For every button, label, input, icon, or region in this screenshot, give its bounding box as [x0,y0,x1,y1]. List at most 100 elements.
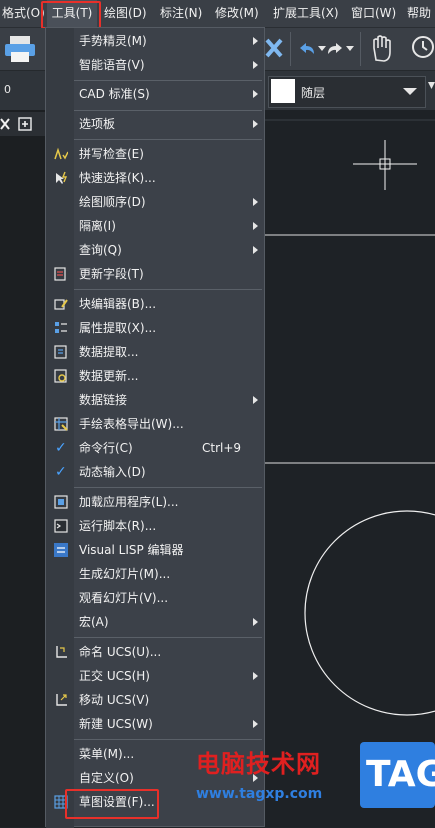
menu-item-orthographic-ucs[interactable]: 正交 UCS(H) [46,664,264,688]
submenu-arrow-icon [253,120,258,128]
menu-format[interactable]: 格式(O) [2,0,45,27]
data-update-icon [54,369,67,383]
print-icon[interactable] [4,34,38,64]
new-tab-icon[interactable] [18,117,34,131]
menu-item-load-application[interactable]: 加载应用程序(L)... [46,490,264,514]
menu-item-label: 隔离(I) [79,219,116,233]
chevron-down-icon [403,88,417,95]
menu-item-make-slide[interactable]: 生成幻灯片(M)... [46,562,264,586]
submenu-arrow-icon [253,618,258,626]
menu-item-isolate[interactable]: 隔离(I) [46,214,264,238]
submenu-arrow-icon [253,61,258,69]
menu-window[interactable]: 窗口(W) [351,0,396,27]
block-editor-icon [54,299,68,310]
menu-item-label: 加载应用程序(L)... [79,495,179,509]
menu-item-command-line[interactable]: ✓ 命令行(C) Ctrl+9 [46,436,264,460]
submenu-arrow-icon [253,246,258,254]
menu-item-label: 正交 UCS(H) [79,669,150,683]
menu-item-block-editor[interactable]: 块编辑器(B)... [46,292,264,316]
table-export-icon [54,417,68,431]
menu-item-new-ucs[interactable]: 新建 UCS(W) [46,712,264,736]
spell-check-icon [54,147,68,160]
menu-item-move-ucs[interactable]: 移动 UCS(V) [46,688,264,712]
zoom-realtime-icon[interactable] [410,34,435,64]
menu-item-attribute-extract[interactable]: 属性提取(X)... [46,316,264,340]
menu-item-label: 宏(A) [79,615,109,629]
menu-item-label: 数据链接 [79,393,128,407]
menu-item-label: 更新字段(T) [79,267,144,281]
menu-item-run-script[interactable]: 运行脚本(R)... [46,514,264,538]
redo-icon[interactable] [328,40,346,58]
submenu-arrow-icon [253,198,258,206]
redo-dropdown-icon[interactable] [346,46,354,52]
menu-item-data-link[interactable]: 数据链接 [46,388,264,412]
menu-item-dynamic-input[interactable]: ✓ 动态输入(D) [46,460,264,484]
menu-item-macro[interactable]: 宏(A) [46,610,264,634]
menu-draw[interactable]: 绘图(D) [104,0,147,27]
menu-item-label: 选项板 [79,117,116,131]
submenu-arrow-icon [253,222,258,230]
menu-item-label: 手势精灵(M) [79,34,147,48]
erase-icon[interactable] [265,36,283,60]
watermark: 电脑技术网 www.tagxp.com TAG [196,740,435,827]
run-script-icon [54,519,68,533]
watermark-title: 电脑技术网 [196,750,321,778]
menu-item-named-ucs[interactable]: 命名 UCS(U)... [46,640,264,664]
menu-item-label: 块编辑器(B)... [79,297,157,311]
menu-item-label: 运行脚本(R)... [79,519,157,533]
menu-item-label: 手绘表格导出(W)... [79,417,184,431]
menu-item-quick-select[interactable]: 快速选择(K)... [46,166,264,190]
menu-item-draw-order[interactable]: 绘图顺序(D) [46,190,264,214]
menu-item-data-update[interactable]: 数据更新... [46,364,264,388]
menu-item-label: 自定义(O) [79,771,134,785]
quick-select-icon [56,171,68,184]
menu-extended-tools[interactable]: 扩展工具(X) [273,0,339,27]
chevron-down-icon[interactable] [428,82,435,90]
menu-item-label: CAD 标准(S) [79,87,150,101]
undo-icon[interactable] [296,40,318,58]
left-panel [0,110,45,827]
menu-item-label: 移动 UCS(V) [79,693,150,707]
menu-item-gesture[interactable]: 手势精灵(M) [46,29,264,53]
layer-number: 0 [4,83,11,96]
undo-dropdown-icon[interactable] [318,46,326,52]
menu-item-label: 智能语音(V) [79,58,145,72]
menu-modify[interactable]: 修改(M) [215,0,259,27]
menu-item-update-fields[interactable]: 更新字段(T) [46,262,264,286]
menu-item-shortcut: Ctrl+9 [202,441,242,455]
menu-item-label: 命名 UCS(U)... [79,645,162,659]
menu-item-view-slide[interactable]: 观看幻灯片(V)... [46,586,264,610]
drafting-settings-highlight-box [65,789,159,819]
attribute-extract-icon [55,322,67,333]
menu-help[interactable]: 帮助 [407,0,431,27]
menu-dimension[interactable]: 标注(N) [160,0,202,27]
pan-hand-icon[interactable] [368,34,396,64]
menu-item-label: 观看幻灯片(V)... [79,591,169,605]
menu-item-palettes[interactable]: 选项板 [46,112,264,136]
close-icon[interactable] [0,118,10,130]
menu-item-label: 数据更新... [79,369,139,383]
submenu-arrow-icon [253,396,258,404]
menu-item-voice[interactable]: 智能语音(V) [46,53,264,77]
submenu-arrow-icon [253,672,258,680]
submenu-arrow-icon [253,720,258,728]
menu-item-label: 菜单(M)... [79,747,135,761]
drawing-canvas[interactable] [265,110,435,827]
move-ucs-icon [56,694,67,706]
menu-item-label: 快速选择(K)... [79,171,156,185]
menu-item-visual-lisp[interactable]: Visual LISP 编辑器 [46,538,264,562]
submenu-arrow-icon [253,90,258,98]
menu-item-spell-check[interactable]: 拼写检查(E) [46,142,264,166]
watermark-badge-text: TAG [366,754,435,795]
menu-item-cad-standard[interactable]: CAD 标准(S) [46,82,264,106]
menu-item-data-extract[interactable]: 数据提取... [46,340,264,364]
tools-menu-highlight-box [41,1,101,29]
menu-item-table-export[interactable]: 手绘表格导出(W)... [46,412,264,436]
update-fields-icon [54,267,66,281]
color-swatch [271,79,295,103]
menu-item-inquiry[interactable]: 查询(Q) [46,238,264,262]
menu-item-label: 命令行(C) [79,441,133,455]
linetype-select[interactable]: 随层 [268,76,426,108]
load-application-icon [54,495,68,509]
submenu-arrow-icon [253,37,258,45]
